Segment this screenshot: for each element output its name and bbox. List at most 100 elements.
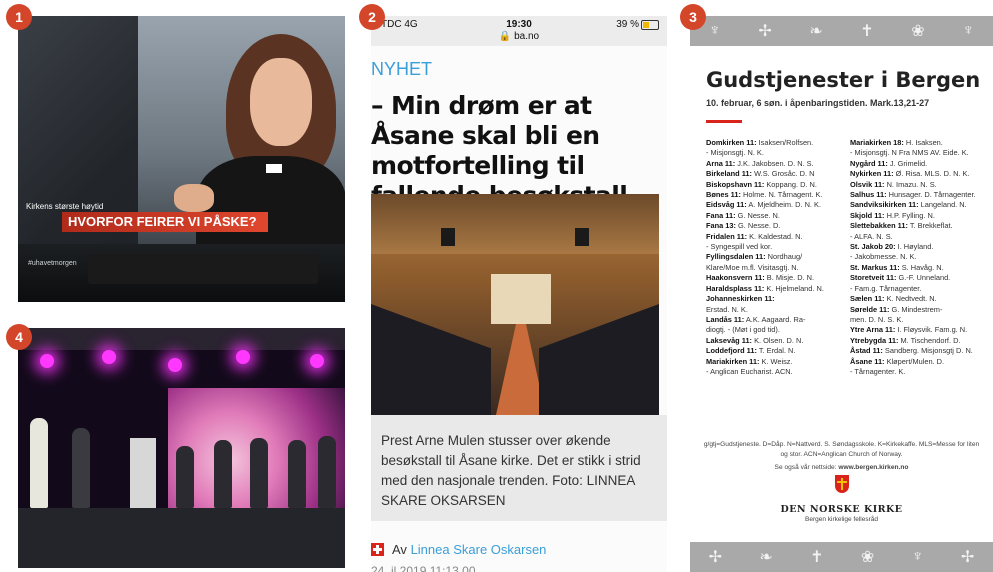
address-bar[interactable]: 🔒 ba.no xyxy=(371,31,667,42)
listing-entry: - ALFA. N. S. xyxy=(850,232,988,242)
dove-icon: ✢ xyxy=(708,549,723,566)
church-name: Mariakirken 11: xyxy=(706,356,760,366)
listing-entry: Sørelde 11: G. Mindestrem- xyxy=(850,305,988,315)
listing-entry: Fana 13: G. Nesse. D. xyxy=(706,221,844,231)
service-details: - Jakobmesse. N. K. xyxy=(850,252,917,262)
loudspeaker xyxy=(441,228,455,246)
listing-entry: men. D. N. S. K. xyxy=(850,315,988,325)
church-name: Bønes 11: xyxy=(706,190,741,200)
service-details: A. Mjeldheim. D. N. K. xyxy=(746,200,822,210)
service-listings-ad: ♆ ✢ ❧ ✝ ❀ ♆ Gudstjenester i Bergen 10. f… xyxy=(690,16,993,572)
listing-entry: Domkirken 11: Isaksen/Rolfsen. xyxy=(706,138,844,148)
church-ceiling xyxy=(371,194,659,254)
priest-figure xyxy=(30,418,48,508)
tv-broadcast-photo: Kirkens største høytid HVORFOR FEIRER VI… xyxy=(18,16,345,302)
listing-entry: Loddefjord 11: T. Erdal. N. xyxy=(706,346,844,356)
listing-entry: - Anglican Eucharist. ACN. xyxy=(706,367,844,377)
badge-2: 2 xyxy=(359,4,385,30)
bottom-icon-bar: ✢ ❧ ✝ ❀ ♆ ✢ xyxy=(690,542,993,572)
org-name: DEN NORSKE KIRKE xyxy=(780,504,903,515)
listing-entry: Laksevåg 11: K. Olsen. D. N. xyxy=(706,336,844,346)
cross-icon xyxy=(371,543,384,556)
listing-entry: Mariakirken 18: H. Isaksen. xyxy=(850,138,988,148)
listing-entry: Storetveit 11: G.-F. Unneland. xyxy=(850,273,988,283)
battery-percent: 39 % xyxy=(616,19,639,30)
listings-right-column: Mariakirken 18: H. Isaksen. - Misjonsgtj… xyxy=(850,138,988,377)
website-prefix: Se også vår nettside: xyxy=(774,464,839,471)
listing-entry: Nygård 11: J. Grimelid. xyxy=(850,159,988,169)
performer-figure xyxy=(288,440,306,508)
listing-entry: St. Jakob 20: I. Høyland. xyxy=(850,242,988,252)
service-details: J. Grimelid. xyxy=(887,158,928,168)
author-link[interactable]: Linnea Skare Oskarsen xyxy=(411,542,547,557)
photo-caption: Prest Arne Mulen stusser over økende bes… xyxy=(381,433,641,508)
listing-entry: Bønes 11: Holme. N. Tårnagent. K. xyxy=(706,190,844,200)
church-name: St. Markus 11: xyxy=(850,262,900,272)
service-details: N. Imazu. N. S. xyxy=(884,179,937,189)
dove-icon: ✢ xyxy=(758,23,772,40)
phone-status-bar: TDC 4G 19:30 🔒 ba.no 39 % xyxy=(371,16,667,46)
listing-entry: - Syngespill ved kor. xyxy=(706,242,844,252)
service-details: H.P. Fylling. N. xyxy=(884,210,935,220)
listing-entry: Fridalen 11: K. Kaldestad. N. xyxy=(706,232,844,242)
church-interior-photo xyxy=(371,194,659,415)
listing-entry: - Jakobmesse. N. K. xyxy=(850,252,988,262)
altar xyxy=(491,274,551,324)
flower-icon: ❀ xyxy=(911,23,925,40)
service-details: A.K. Aagaard. Ra- xyxy=(744,314,806,324)
stage-light xyxy=(102,350,116,364)
church-name: Fana 13: xyxy=(706,221,736,231)
article-kicker: NYHET xyxy=(371,59,433,79)
service-details: T. Brekkeflat. xyxy=(907,221,953,231)
listing-entry: Sandviksikirken 11: Langeland. N. xyxy=(850,200,988,210)
battery-icon xyxy=(641,20,659,30)
church-name: Åsane 11: xyxy=(850,356,885,366)
performer-figure xyxy=(214,440,232,508)
church-name: Loddefjord 11: xyxy=(706,346,757,356)
service-details: Klare/Moe m.fl. Visitasgtj. N. xyxy=(706,262,799,272)
church-name: Fana 11: xyxy=(706,210,736,220)
service-details: M. Tischendorf. D. xyxy=(898,335,961,345)
church-name: Johanneskirken 11: xyxy=(706,294,775,304)
service-details: Kløpert/Mulen. D. xyxy=(884,356,945,366)
service-details: B. Misje. D. N. xyxy=(764,273,815,283)
service-details: T. Erdal. N. xyxy=(756,346,796,356)
church-name: Haraldsplass 11: xyxy=(706,283,765,293)
tv-hashtag: #uhavetmorgen xyxy=(28,260,77,267)
service-details: K. Weisz. xyxy=(759,356,793,366)
clerical-collar xyxy=(266,164,282,173)
listings-legend: g/gtj=Gudstjeneste. D=Dåp. N=Nattverd. S… xyxy=(700,440,983,473)
service-details: Nordhaug/ xyxy=(765,252,803,262)
org-subname: Bergen kirkelige fellesråd xyxy=(805,516,878,523)
badge-3: 3 xyxy=(680,4,706,30)
service-details: I. Fløysvik. Fam.g. N. xyxy=(895,325,968,335)
listing-entry: Haakonsvern 11: B. Misje. D. N. xyxy=(706,273,844,283)
church-name: Mariakirken 18: xyxy=(850,138,904,147)
listing-entry: Mariakirken 11: K. Weisz. xyxy=(706,357,844,367)
church-name: Sørelde 11: xyxy=(850,304,890,314)
church-aisle xyxy=(496,324,546,415)
chalice-icon: ♆ xyxy=(962,22,975,39)
church-shield-logo xyxy=(835,475,849,493)
stage-light xyxy=(168,358,182,372)
church-name: Arna 11: xyxy=(706,158,736,168)
lighting-truss xyxy=(18,328,345,350)
service-details: Hunsager. D. Tårnagenter. xyxy=(886,190,976,200)
church-name: Skjold 11: xyxy=(850,210,885,220)
article-byline: Av Linnea Skare Oskarsen xyxy=(371,542,546,557)
website-link[interactable]: www.bergen.kirken.no xyxy=(838,464,908,471)
listing-entry: Ytrebygda 11: M. Tischendorf. D. xyxy=(850,336,988,346)
listing-entry: Fana 11: G. Nesse. N. xyxy=(706,211,844,221)
listing-entry: Fyllingsdalen 11: Nordhaug/ xyxy=(706,252,844,262)
listing-entry: Eidsvåg 11: A. Mjeldheim. D. N. K. xyxy=(706,200,844,210)
service-details: K. Nedtvedt. N. xyxy=(884,294,937,304)
loudspeaker xyxy=(575,228,589,246)
listing-entry: - Misjonsgtj. N. K. xyxy=(706,148,844,158)
performer-figure xyxy=(72,428,90,508)
church-name: Slettebakken 11: xyxy=(850,221,908,231)
bird-icon: ❧ xyxy=(809,23,823,40)
listing-entry: Arna 11: J.K. Jakobsen. D. N. S. xyxy=(706,159,844,169)
listing-entry: Skjold 11: H.P. Fylling. N. xyxy=(850,211,988,221)
service-details: K. Olsen. D. N. xyxy=(752,335,804,345)
church-name: Nygård 11: xyxy=(850,158,888,168)
